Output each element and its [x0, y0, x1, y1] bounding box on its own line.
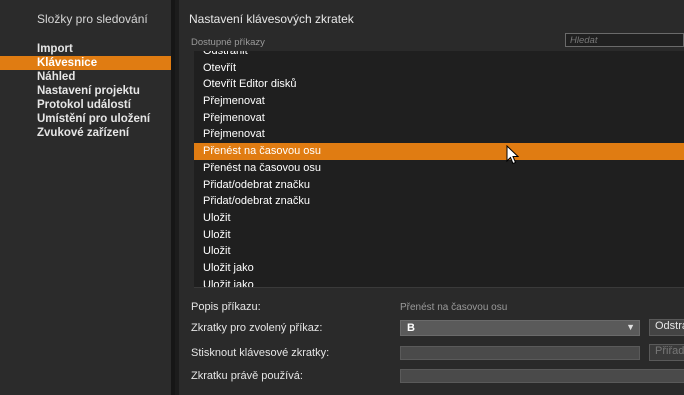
sidebar: Složky pro sledování Import Klávesnice N…: [0, 0, 175, 395]
mouse-cursor-icon: [506, 145, 519, 165]
command-item[interactable]: Otevřít: [194, 60, 684, 77]
shortcut-label: Zkratky pro zvolený příkaz:: [191, 322, 323, 334]
command-item[interactable]: Přejmenovat: [194, 110, 684, 127]
remove-shortcut-button[interactable]: Odstranit: [649, 319, 684, 336]
page-title: Nastavení klávesových zkratek: [189, 12, 354, 26]
command-item[interactable]: Přidat/odebrat značku: [194, 177, 684, 194]
sidebar-item-project-settings[interactable]: Nastavení projektu: [0, 84, 171, 98]
shortcut-select[interactable]: B ▼: [400, 320, 640, 336]
sidebar-item-preview[interactable]: Náhled: [0, 70, 171, 84]
command-item[interactable]: Uložit jako: [194, 260, 684, 277]
sidebar-title: Složky pro sledování: [37, 12, 148, 26]
main-panel: Nastavení klávesových zkratek Dostupné p…: [179, 0, 684, 395]
press-shortcut-label: Stisknout klávesové zkratky:: [191, 347, 330, 359]
used-by-label: Zkratku právě používá:: [191, 370, 303, 382]
command-item[interactable]: Přejmenovat: [194, 126, 684, 143]
search-input[interactable]: [565, 33, 684, 47]
command-item-selected[interactable]: Přenést na časovou osu: [194, 143, 684, 160]
command-item[interactable]: Uložit: [194, 227, 684, 244]
sidebar-item-event-log[interactable]: Protokol událostí: [0, 98, 171, 112]
command-item[interactable]: Otevřít Editor disků: [194, 76, 684, 93]
sidebar-item-audio-device[interactable]: Zvukové zařízení: [0, 126, 171, 140]
assign-shortcut-button[interactable]: Přiřadit: [649, 344, 684, 361]
used-by-field: [400, 369, 684, 383]
command-item[interactable]: Uložit jako: [194, 277, 684, 287]
sidebar-item-import[interactable]: Import: [0, 42, 171, 56]
sidebar-item-keyboard[interactable]: Klávesnice: [0, 56, 171, 70]
sidebar-list: Import Klávesnice Náhled Nastavení proje…: [0, 42, 171, 140]
command-item[interactable]: Uložit: [194, 210, 684, 227]
press-shortcut-field[interactable]: [400, 346, 640, 360]
command-item[interactable]: Přenést na časovou osu: [194, 160, 684, 177]
shortcut-select-value: B: [407, 322, 415, 334]
command-item[interactable]: Přejmenovat: [194, 93, 684, 110]
command-item[interactable]: Uložit: [194, 243, 684, 260]
command-item[interactable]: Odstranit: [194, 51, 684, 60]
commands-label: Dostupné příkazy: [191, 37, 265, 48]
description-label: Popis příkazu:: [191, 301, 261, 313]
sidebar-item-save-location[interactable]: Umístění pro uložení: [0, 112, 171, 126]
chevron-down-icon: ▼: [626, 322, 635, 332]
description-value: Přenést na časovou osu: [400, 302, 508, 313]
command-list[interactable]: Odstranit Otevřít Otevřít Editor disků P…: [194, 51, 684, 288]
command-item[interactable]: Přidat/odebrat značku: [194, 193, 684, 210]
